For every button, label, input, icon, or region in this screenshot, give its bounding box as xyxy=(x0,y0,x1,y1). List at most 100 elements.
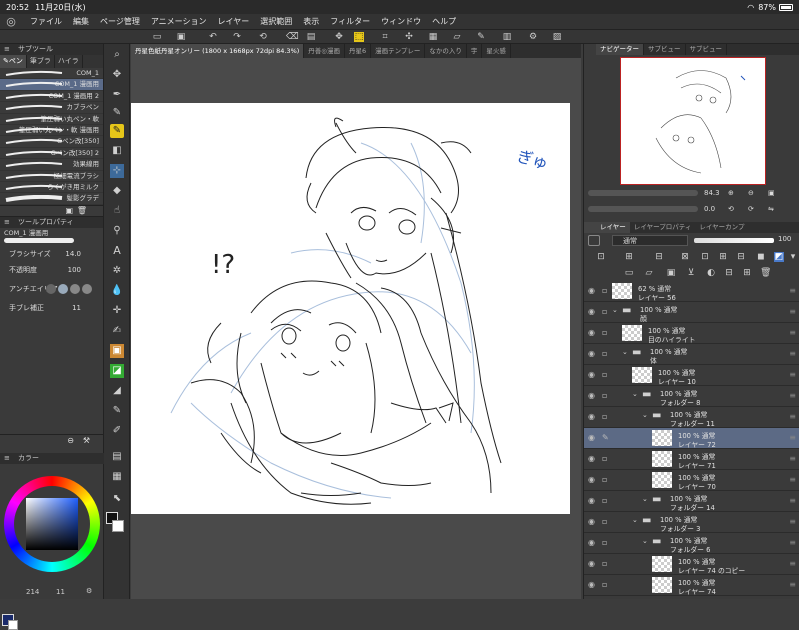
navigator-preview[interactable] xyxy=(620,57,766,185)
document-tab[interactable]: なかの入り xyxy=(425,44,467,58)
layer-mode-icon[interactable] xyxy=(588,235,600,246)
layer-row[interactable]: ◉ ▫ 100 % 通常 レイヤー 70 ≡ xyxy=(584,470,799,491)
rotate-icon[interactable]: ⟲ xyxy=(258,32,268,42)
flip-icon[interactable]: ⇋ xyxy=(768,205,774,213)
drag-handle-icon[interactable]: ≡ xyxy=(789,517,796,526)
layer-row[interactable]: ◉ ▫ 100 % 通常 目のハイライト ≡ xyxy=(584,323,799,344)
menu-edit[interactable]: 編集 xyxy=(73,16,89,27)
settings-icon[interactable]: ⚙ xyxy=(86,587,92,595)
layer-folder-row[interactable]: ◉ ▫ ⌄ ▬ 100 % 通常 フォルダー 8 ≡ xyxy=(584,386,799,407)
document-tab[interactable]: 漫画テンプレー xyxy=(371,44,426,58)
lock-box-icon[interactable]: ▫ xyxy=(602,496,611,505)
panel-menu-icon[interactable]: ≡ xyxy=(4,453,10,464)
visibility-eye-icon[interactable]: ◉ xyxy=(588,454,597,463)
visibility-eye-icon[interactable]: ◉ xyxy=(588,433,597,442)
brush-item[interactable]: 極細電流ブラシ xyxy=(0,171,103,182)
blur-tool-icon[interactable]: 💧 xyxy=(110,284,124,298)
brush-item[interactable]: 筆圧弱い丸ペン・軟 xyxy=(0,114,103,125)
brush-item[interactable]: Gペン改[350] 2 xyxy=(0,148,103,160)
fit-icon[interactable]: ▣ xyxy=(768,189,775,197)
visibility-eye-icon[interactable]: ◉ xyxy=(588,580,597,589)
document-tab-active[interactable]: 丹星色紙丹星オンリー (1800 x 1668px 72dpi 84.3%) xyxy=(131,44,305,58)
layer-folder-row[interactable]: ◉ ▫ ⌄ ▬ 100 % 通常 フォルダー 3 ≡ xyxy=(584,512,799,533)
brush-item[interactable]: カブラペン xyxy=(0,102,103,114)
airbrush-tool-icon[interactable]: ⚲ xyxy=(110,224,124,238)
save-icon[interactable]: ▣ xyxy=(176,32,186,42)
blend-tool-icon[interactable]: ☝ xyxy=(110,204,124,218)
drag-handle-icon[interactable]: ≡ xyxy=(789,559,796,568)
clear-icon[interactable]: ⌫ xyxy=(286,32,299,42)
brush-size-value[interactable]: 14.0 xyxy=(65,246,81,262)
tab-layer-property[interactable]: レイヤープロパティ xyxy=(630,222,696,233)
layer-folder-row[interactable]: ◉ ▫ ⌄ ▬ 100 % 通常顔 ≡ xyxy=(584,302,799,323)
color-icon[interactable]: ◼ xyxy=(756,252,766,262)
combine-icon[interactable]: ⊟ xyxy=(724,268,734,278)
trash-icon[interactable]: 🗑 xyxy=(760,268,771,278)
draft-icon[interactable]: ⊟ xyxy=(654,252,664,262)
ruler-icon[interactable]: ▱ xyxy=(452,32,462,42)
select-icon[interactable]: ⬚ xyxy=(354,32,364,42)
visibility-eye-icon[interactable]: ◉ xyxy=(588,286,597,295)
fill-tool-icon[interactable]: ◆ xyxy=(110,184,124,198)
visibility-eye-icon[interactable]: ◉ xyxy=(588,559,597,568)
panel-menu-icon[interactable]: ≡ xyxy=(4,217,10,228)
tab-layer[interactable]: レイヤー xyxy=(584,222,630,233)
brush-item[interactable]: 効果線用 xyxy=(0,159,103,171)
lock-box-icon[interactable]: ▫ xyxy=(602,307,611,316)
figure-tool-icon[interactable]: ✲ xyxy=(110,264,124,278)
visibility-eye-icon[interactable]: ◉ xyxy=(588,496,597,505)
visibility-eye-icon[interactable]: ◉ xyxy=(588,538,597,547)
lock-box-icon[interactable]: ▫ xyxy=(602,454,611,463)
opacity-value[interactable]: 100 xyxy=(68,262,81,278)
zoom-tool-icon[interactable]: ⌕ xyxy=(110,48,124,62)
redo-icon[interactable]: ↷ xyxy=(232,32,242,42)
drag-handle-icon[interactable]: ≡ xyxy=(789,538,796,547)
drag-handle-icon[interactable]: ≡ xyxy=(789,412,796,421)
eraser-tool-icon[interactable]: ◧ xyxy=(110,144,124,158)
tab-brush[interactable]: 筆ブラ xyxy=(27,55,55,68)
drag-handle-icon[interactable]: ≡ xyxy=(789,475,796,484)
brush-item[interactable]: 髪影グラデ xyxy=(0,193,103,205)
layer-row[interactable]: ◉ ▫ 100 % 通常 レイヤー 10 ≡ xyxy=(584,365,799,386)
tab-layer-comp[interactable]: レイヤーカンプ xyxy=(695,222,748,233)
rotate-left-icon[interactable]: ⟲ xyxy=(728,205,734,213)
mask-add-icon[interactable]: ◐ xyxy=(706,268,716,278)
lock-box-icon[interactable]: ▫ xyxy=(602,370,611,379)
pen-icon[interactable]: ✎ xyxy=(476,32,486,42)
merge-icon[interactable]: ⊻ xyxy=(686,268,696,278)
transform-icon[interactable]: ✥ xyxy=(334,32,344,42)
new-file-icon[interactable]: ▭ xyxy=(152,32,162,42)
select-tool-icon[interactable]: ⊹ xyxy=(110,164,124,178)
pencil-tool-icon[interactable]: ✎ xyxy=(110,106,124,120)
brush-size-row[interactable]: ブラシサイズ 14.0 xyxy=(0,246,103,262)
color-wheel[interactable] xyxy=(4,476,100,572)
drag-handle-icon[interactable]: ≡ xyxy=(789,328,796,337)
text-tool-icon[interactable]: A xyxy=(110,244,124,258)
visibility-eye-icon[interactable]: ◉ xyxy=(588,307,597,316)
drag-handle-icon[interactable]: ≡ xyxy=(789,496,796,505)
fill-icon[interactable]: ▤ xyxy=(306,32,316,42)
menu-page[interactable]: ページ管理 xyxy=(100,16,140,27)
new-raster-icon[interactable]: ▭ xyxy=(624,268,634,278)
layer-folder-row[interactable]: ◉ ▫ ⌄ ▬ 100 % 通常 フォルダー 11 ≡ xyxy=(584,407,799,428)
document-tab[interactable]: 丹善◎漫画 xyxy=(304,44,345,58)
photo-icon[interactable]: ▨ xyxy=(552,32,562,42)
brush-item[interactable]: Gペン改[350] xyxy=(0,136,103,148)
drag-handle-icon[interactable]: ≡ xyxy=(789,454,796,463)
reference-icon[interactable]: ⊞ xyxy=(624,252,634,262)
menu-selection[interactable]: 選択範囲 xyxy=(260,16,292,27)
lock-box-icon[interactable]: ▫ xyxy=(602,391,611,400)
lock-box-icon[interactable]: ▫ xyxy=(602,580,611,589)
duplicate-icon[interactable]: ⊞ xyxy=(742,268,752,278)
brush-item[interactable]: COM_1 xyxy=(0,68,103,80)
brush-item[interactable]: 筆圧弱い丸ペン・軟 漫画用 xyxy=(0,125,103,137)
undo-icon[interactable]: ↶ xyxy=(208,32,218,42)
brush-item[interactable]: COM_1 漫画用 2 xyxy=(0,91,103,103)
copy-icon[interactable]: ▣ xyxy=(65,206,73,215)
move-icon[interactable]: ✣ xyxy=(404,32,414,42)
zoom-slider[interactable] xyxy=(588,190,698,196)
layer-row[interactable]: ◉ ✎ 100 % 通常 レイヤー 72 ≡ xyxy=(584,428,799,449)
wrench-icon[interactable]: ⚒ xyxy=(83,436,90,445)
document-tab[interactable]: 丹星6 xyxy=(345,44,372,58)
menu-help[interactable]: ヘルプ xyxy=(432,16,456,27)
